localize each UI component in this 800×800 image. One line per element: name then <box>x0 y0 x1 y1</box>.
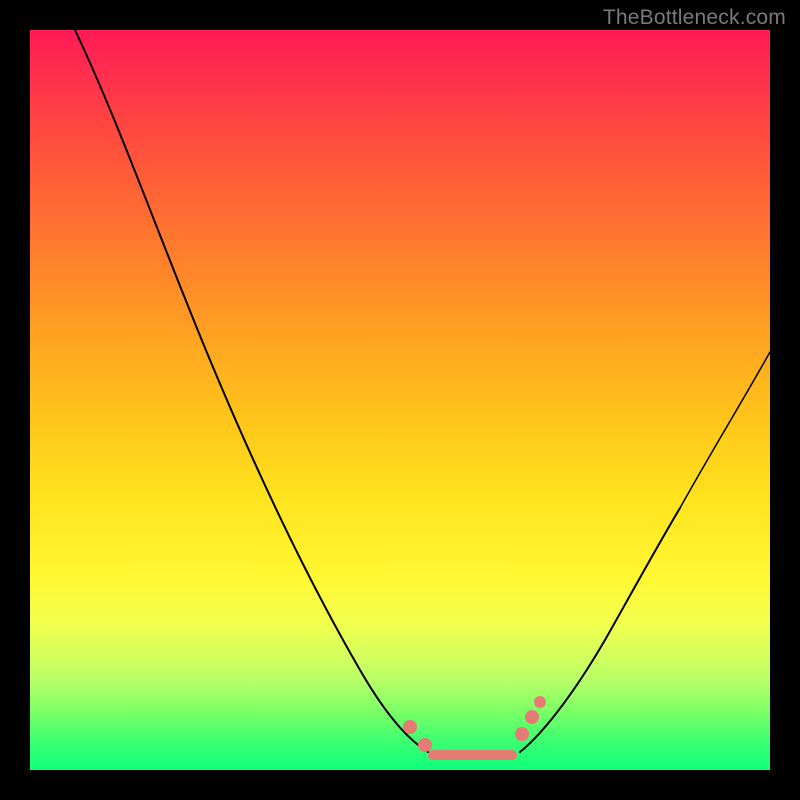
watermark-text: TheBottleneck.com <box>603 6 786 30</box>
left-curve <box>75 30 428 752</box>
right-curve-lower <box>520 508 680 752</box>
marker-dot <box>515 727 529 741</box>
marker-dot <box>525 710 539 724</box>
chart-frame: TheBottleneck.com <box>0 0 800 800</box>
marker-dot <box>418 738 432 752</box>
marker-dot <box>534 696 546 708</box>
chart-svg <box>30 30 770 770</box>
plot-area <box>30 30 770 770</box>
right-curve-upper <box>680 352 770 508</box>
marker-dot <box>403 720 417 734</box>
